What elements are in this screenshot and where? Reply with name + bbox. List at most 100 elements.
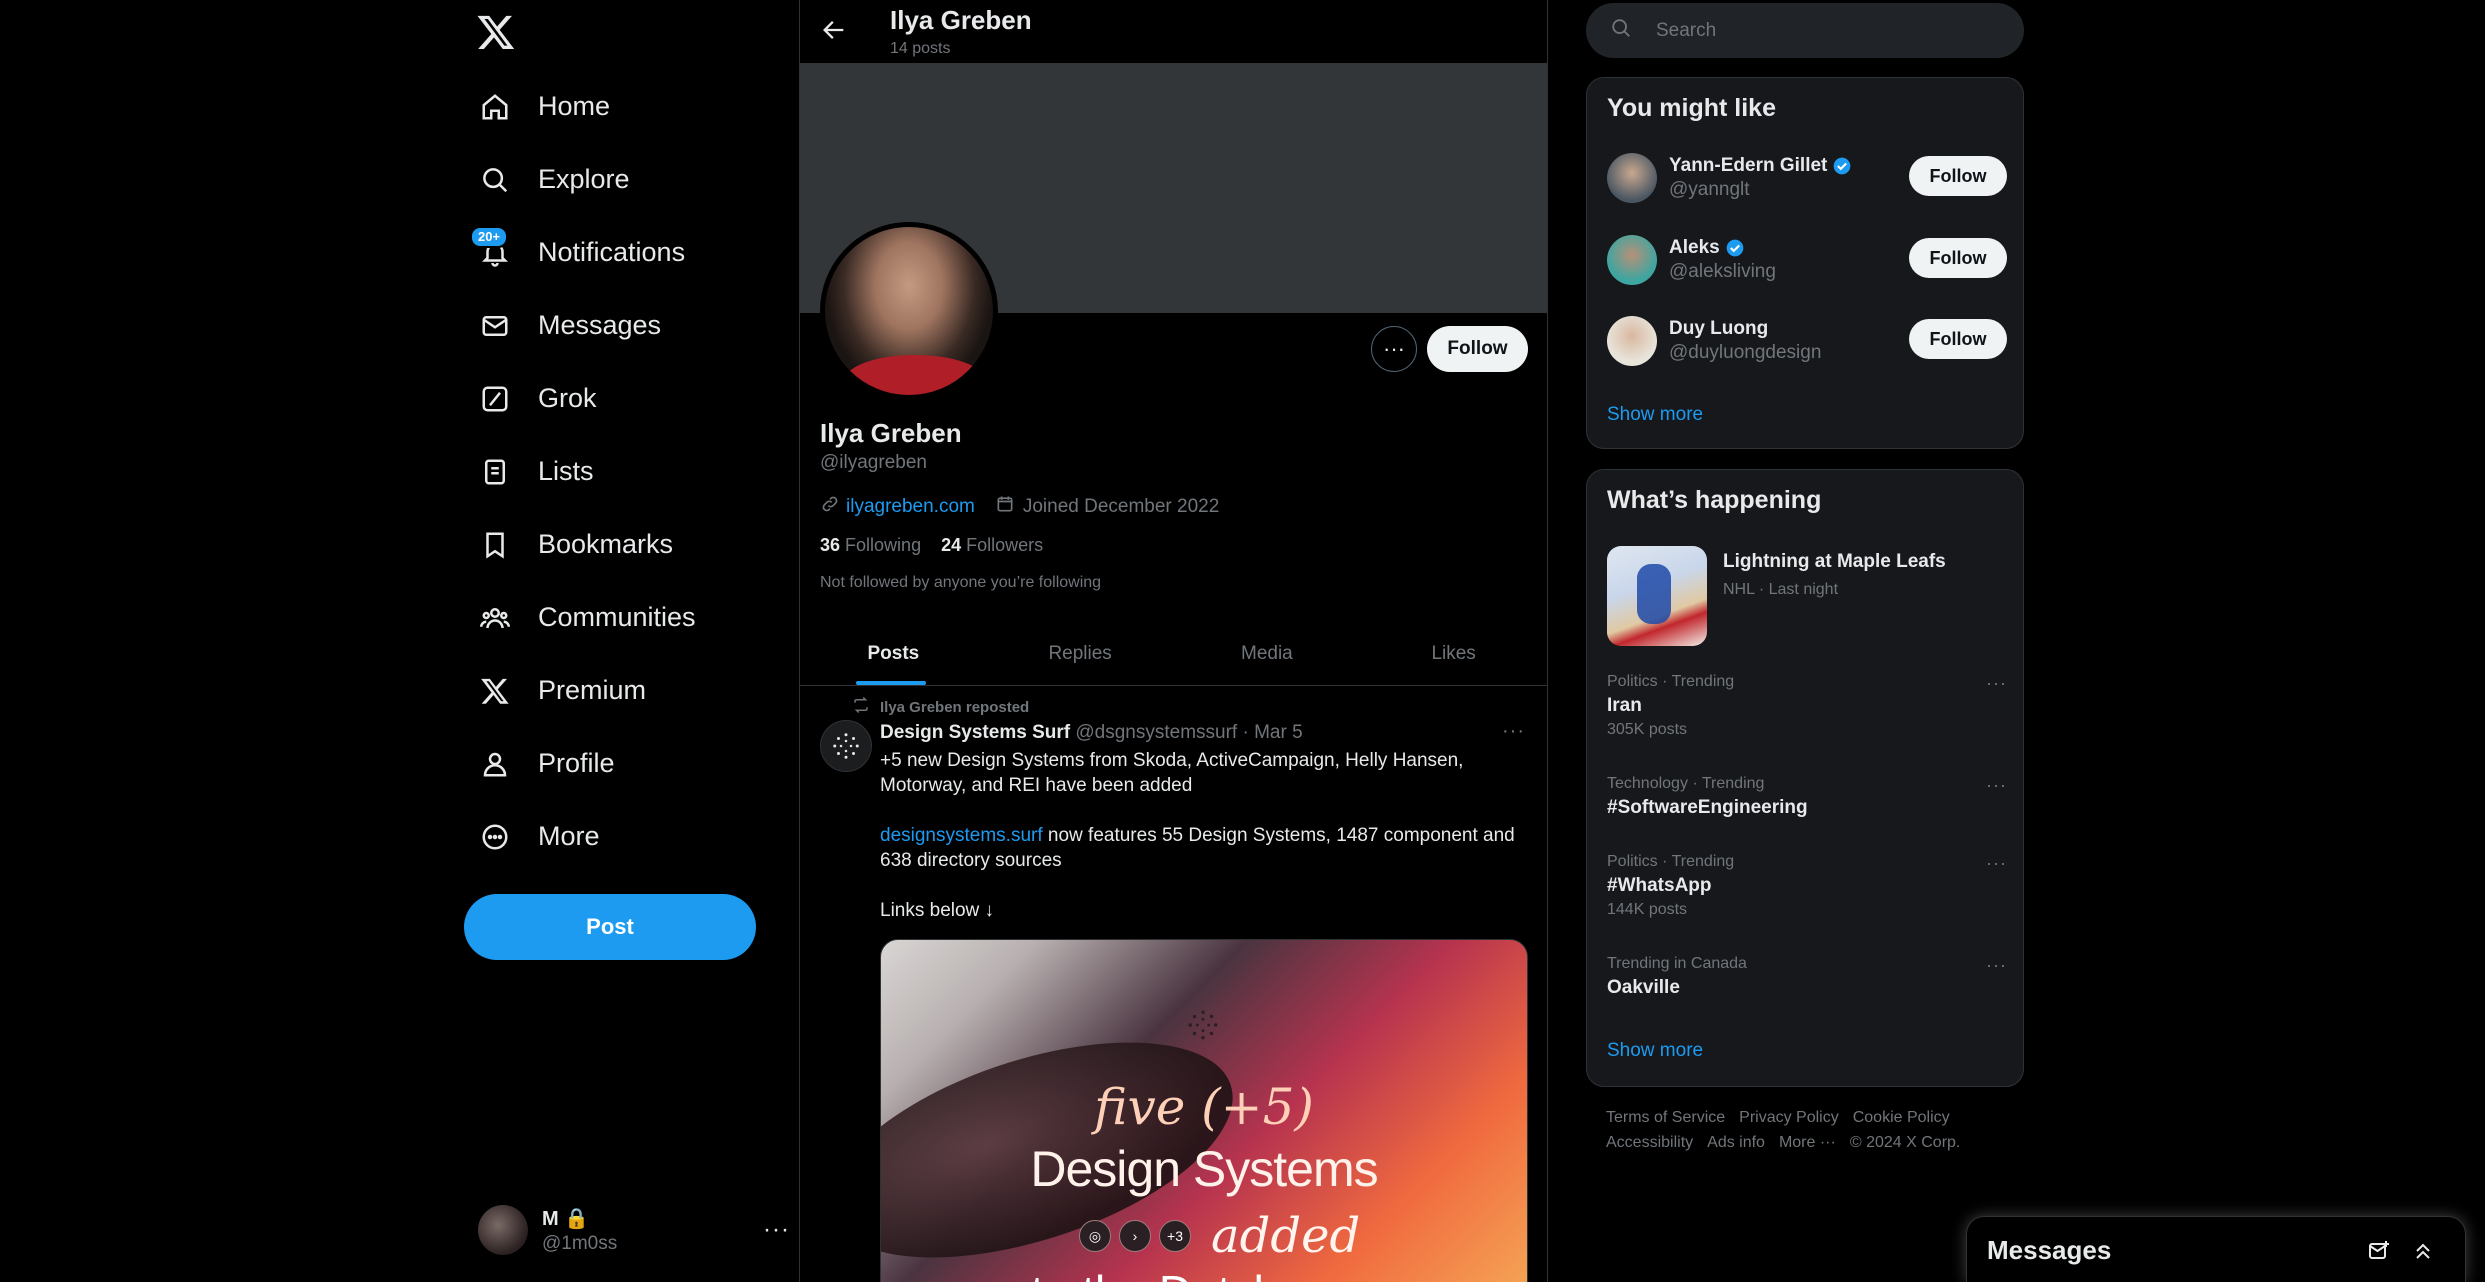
bookmark-icon: [480, 530, 510, 560]
follow-button[interactable]: Follow: [1427, 326, 1528, 372]
x-premium-icon: [480, 676, 510, 706]
whats-happening-card: What’s happening Lightning at Maple Leaf…: [1586, 469, 2024, 1087]
nav-lists-label: Lists: [538, 456, 594, 486]
back-arrow-icon[interactable]: [820, 16, 848, 44]
trend-item[interactable]: Politics · Trending Iran 305K posts ···: [1607, 673, 2007, 739]
follow-button[interactable]: Follow: [1909, 156, 2007, 196]
tab-likes[interactable]: Likes: [1360, 622, 1547, 685]
nav-more[interactable]: More: [464, 800, 764, 873]
suggestion-item[interactable]: Yann-Edern Gillet @yannglt Follow: [1607, 148, 2007, 208]
profile-avatar[interactable]: [820, 222, 998, 400]
show-more-link[interactable]: Show more: [1607, 1040, 1703, 1062]
nav-grok-label: Grok: [538, 383, 597, 413]
profile-header-bar: Ilya Greben 14 posts: [800, 0, 1547, 63]
account-more-icon[interactable]: ···: [763, 1216, 790, 1244]
suggestion-name: Yann-Edern Gillet: [1669, 155, 1828, 176]
suggestion-item[interactable]: Aleks @aleksliving Follow: [1607, 230, 2007, 290]
footer-link[interactable]: Accessibility: [1606, 1134, 1693, 1151]
trend-context: Politics · Trending: [1607, 853, 1735, 870]
nav-communities-label: Communities: [538, 602, 696, 632]
calendar-icon: [995, 494, 1015, 520]
nav-explore-label: Explore: [538, 164, 630, 194]
footer-link[interactable]: Terms of Service: [1606, 1109, 1725, 1126]
show-more-link[interactable]: Show more: [1607, 404, 1703, 426]
trend-context: Trending in Canada: [1607, 955, 1747, 972]
nav-home[interactable]: Home: [464, 70, 764, 143]
nav-profile[interactable]: Profile: [464, 727, 764, 800]
plus-three-chip: +3: [1159, 1220, 1191, 1252]
trend-item[interactable]: Technology · Trending #SoftwareEngineeri…: [1607, 775, 2007, 819]
lock-icon: 🔒: [564, 1207, 590, 1230]
account-handle: @1m0ss: [542, 1232, 618, 1254]
following-link[interactable]: 36 Following: [820, 535, 921, 555]
trend-more-icon[interactable]: ···: [1986, 853, 2007, 874]
nav-premium[interactable]: Premium: [464, 654, 764, 727]
post-more-icon[interactable]: ···: [1502, 720, 1525, 743]
tab-replies[interactable]: Replies: [987, 622, 1174, 685]
trend-title: #SoftwareEngineering: [1607, 797, 1808, 818]
follow-button[interactable]: Follow: [1909, 238, 2007, 278]
suggestion-name: Aleks: [1669, 237, 1720, 258]
repost-indicator: Ilya Greben reposted: [852, 696, 1029, 718]
account-name: M: [542, 1207, 559, 1230]
account-switcher[interactable]: M 🔒 @1m0ss ···: [478, 1200, 790, 1260]
suggestion-handle: @duyluongdesign: [1669, 342, 1822, 363]
nav-grok[interactable]: Grok: [464, 362, 764, 435]
messages-drawer[interactable]: Messages: [1966, 1216, 2466, 1282]
nav-lists[interactable]: Lists: [464, 435, 764, 508]
post-author-avatar[interactable]: [820, 720, 872, 772]
post-link[interactable]: designsystems.surf: [880, 825, 1043, 846]
trend-context: Politics · Trending: [1607, 673, 1735, 690]
trend-item[interactable]: Politics · Trending #WhatsApp 144K posts…: [1607, 853, 2007, 919]
main-column: Ilya Greben 14 posts ··· Follow Ilya Gre…: [799, 0, 1548, 1282]
trend-count: 305K posts: [1607, 721, 1688, 738]
featured-trend[interactable]: Lightning at Maple Leafs NHL · Last nigh…: [1607, 546, 1946, 646]
x-logo-icon[interactable]: [476, 12, 516, 52]
trend-more-icon[interactable]: ···: [1986, 673, 2007, 694]
avatar: [1607, 235, 1657, 285]
trend-more-icon[interactable]: ···: [1986, 955, 2007, 976]
post-media-image[interactable]: five (+5) Design Systems ◎ › +3 added to…: [880, 939, 1528, 1282]
trend-item[interactable]: Trending in Canada Oakville ···: [1607, 955, 2007, 999]
footer-links: Terms of Service Privacy Policy Cookie Pol…: [1606, 1105, 2016, 1155]
messages-drawer-title: Messages: [1987, 1235, 2112, 1265]
post-text-line-2: designsystems.surf now features 55 Desig…: [880, 823, 1530, 873]
new-message-icon[interactable]: [2367, 1239, 2391, 1263]
suggestion-handle: @yannglt: [1669, 179, 1750, 200]
featured-trend-sub: NHL · Last night: [1723, 581, 1839, 598]
notifications-badge: 20+: [470, 226, 509, 248]
media-logo-icon: [1188, 1010, 1218, 1040]
post-author-name[interactable]: Design Systems Surf: [880, 722, 1070, 743]
nav-messages[interactable]: Messages: [464, 289, 764, 362]
tab-posts[interactable]: Posts: [800, 622, 987, 685]
footer-link[interactable]: Privacy Policy: [1739, 1109, 1839, 1126]
footer-link[interactable]: Cookie Policy: [1853, 1109, 1950, 1126]
followers-link[interactable]: 24 Followers: [941, 535, 1043, 555]
trend-count: 144K posts: [1607, 901, 1688, 918]
account-text: M 🔒 @1m0ss: [542, 1206, 617, 1255]
search-box[interactable]: [1586, 3, 2024, 58]
person-icon: [480, 749, 510, 779]
trend-more-icon[interactable]: ···: [1986, 775, 2007, 796]
profile-more-button[interactable]: ···: [1371, 326, 1417, 372]
list-icon: [480, 457, 510, 487]
nav-explore[interactable]: Explore: [464, 143, 764, 216]
profile-website-link[interactable]: ilyagreben.com: [846, 496, 975, 518]
nav-bookmarks[interactable]: Bookmarks: [464, 508, 764, 581]
nav-more-label: More: [538, 821, 600, 851]
profile-tabs: Posts Replies Media Likes: [800, 622, 1547, 686]
post-button[interactable]: Post: [464, 894, 756, 960]
nav-notifications[interactable]: 20+ Notifications: [464, 216, 764, 289]
follow-button[interactable]: Follow: [1909, 319, 2007, 359]
search-input[interactable]: [1656, 19, 1996, 42]
suggestion-name: Duy Luong: [1669, 318, 1769, 339]
expand-up-icon[interactable]: [2411, 1239, 2435, 1263]
tab-media[interactable]: Media: [1174, 622, 1361, 685]
who-to-follow-title: You might like: [1607, 94, 1776, 122]
home-icon: [480, 92, 510, 122]
suggestion-item[interactable]: Duy Luong @duyluongdesign Follow: [1607, 311, 2007, 371]
footer-link[interactable]: More ···: [1779, 1134, 1836, 1151]
nav-communities[interactable]: Communities: [464, 581, 764, 654]
post-header: Design Systems Surf @dsgnsystemssurf · M…: [880, 722, 1303, 744]
footer-link[interactable]: Ads info: [1707, 1134, 1765, 1151]
